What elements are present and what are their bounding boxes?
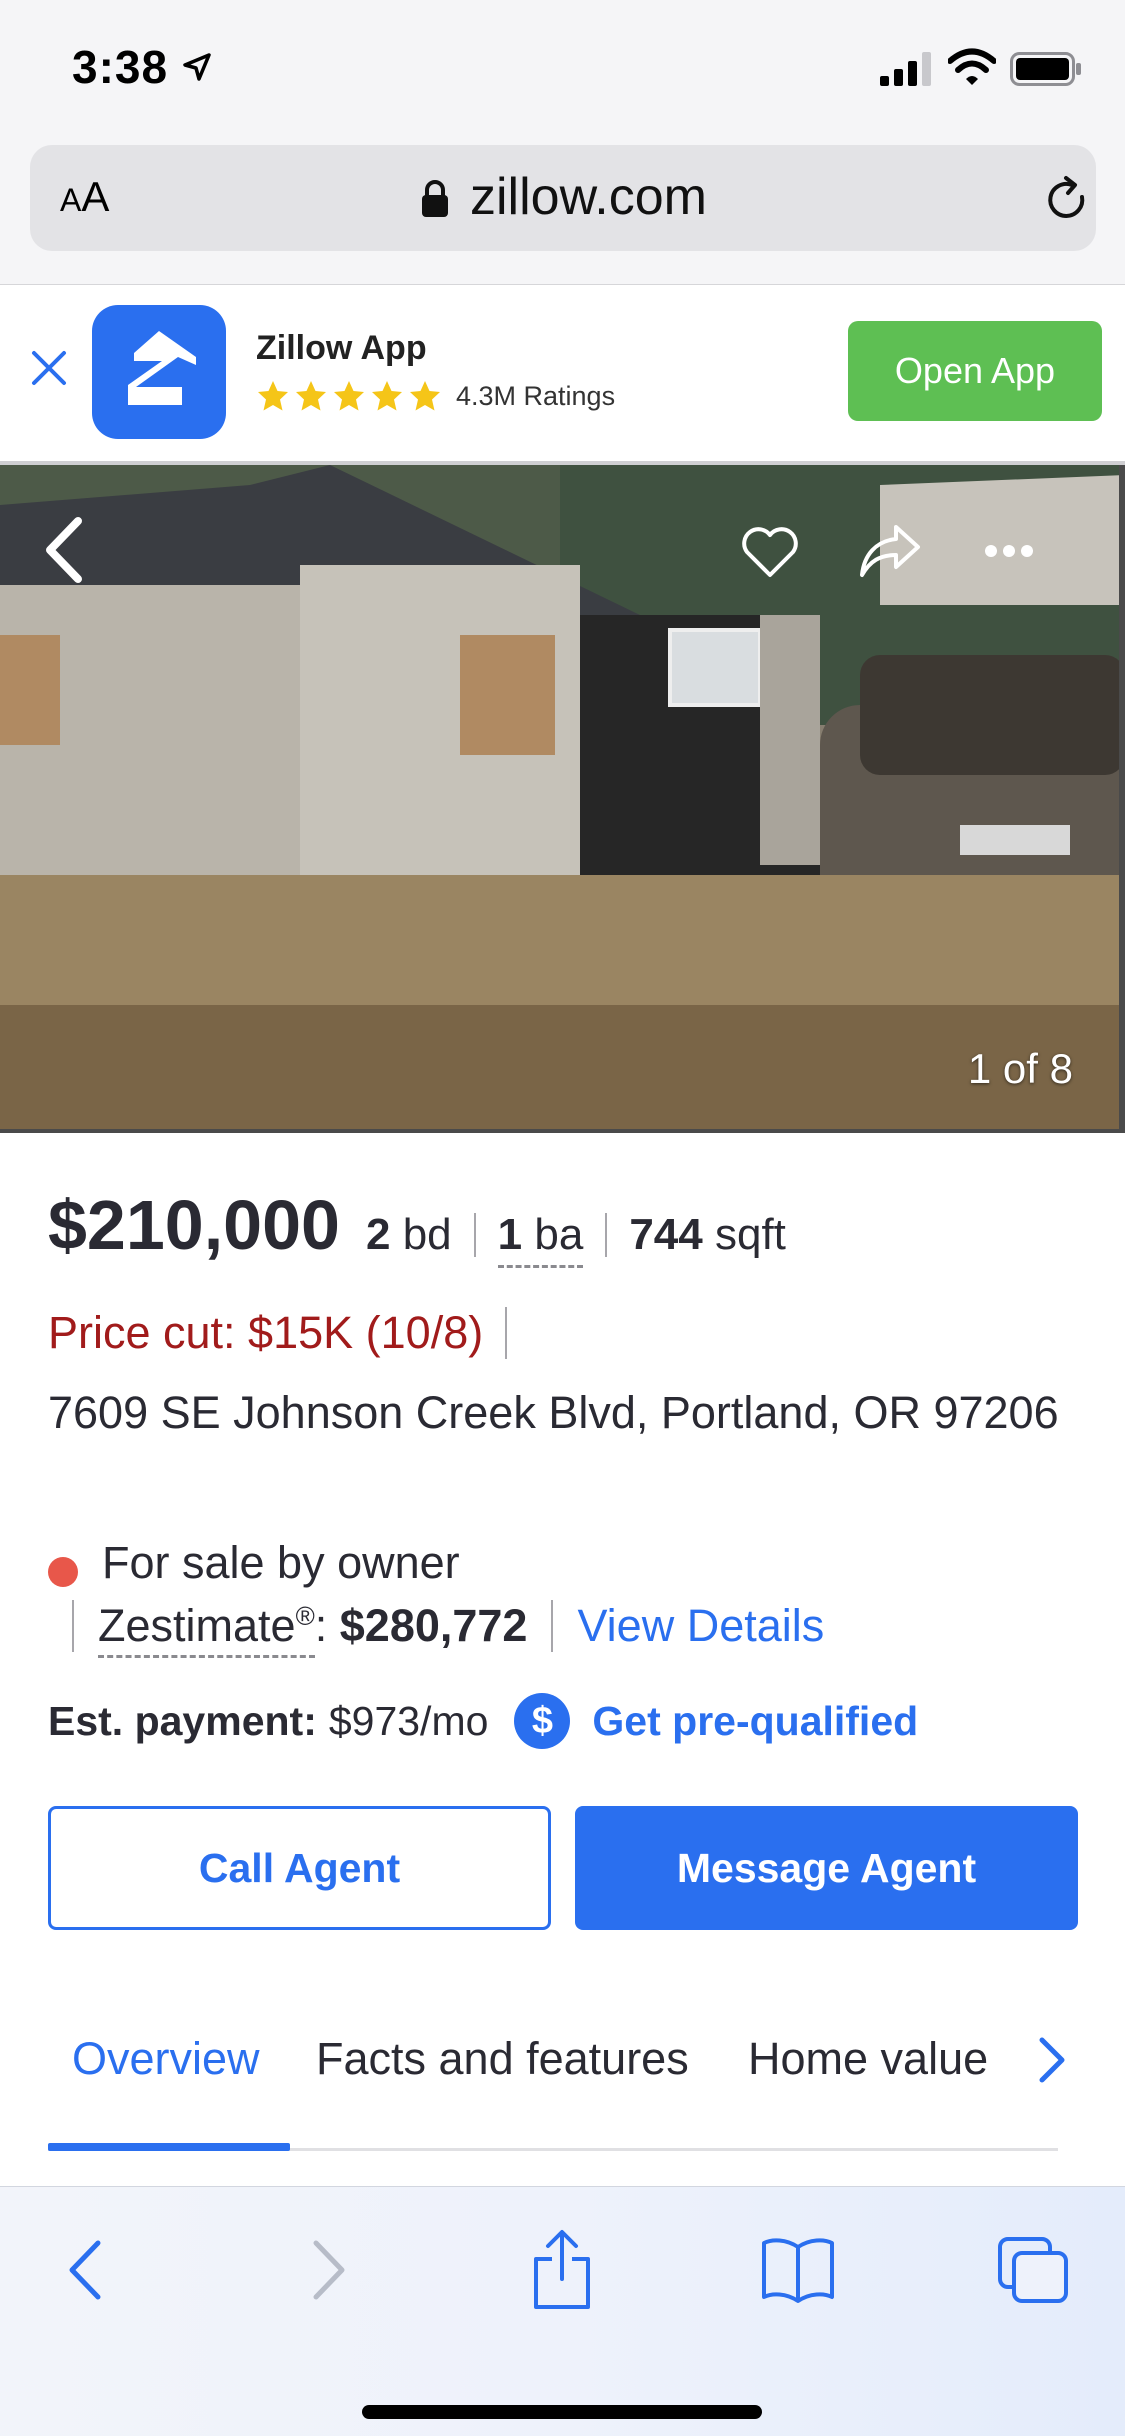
get-prequalified-link[interactable]: Get pre-qualified	[592, 1698, 918, 1745]
zillow-app-icon	[92, 305, 226, 439]
est-payment-value: $973/mo	[328, 1697, 489, 1744]
close-icon[interactable]	[28, 347, 70, 389]
text-size-button[interactable]: AA	[60, 173, 109, 221]
zillow-logo-icon	[128, 331, 196, 405]
wifi-icon	[948, 48, 996, 85]
house-photo-illustration	[0, 465, 1119, 1129]
app-name: Zillow App	[256, 329, 427, 367]
est-payment-row: Est. payment: $973/mo $ Get pre-qualifie…	[48, 1693, 918, 1749]
battery-icon	[1010, 52, 1081, 86]
baths-fact[interactable]: 1 ba	[473, 1210, 606, 1268]
price-row: $210,000 2 bd 1 ba 744 sqft	[48, 1185, 1088, 1268]
status-time: 3:38	[72, 41, 169, 93]
message-agent-button[interactable]: Message Agent	[575, 1806, 1078, 1930]
smart-app-banner: Zillow App 4.3M Ratings Open App	[0, 285, 1125, 465]
listing-status: For sale by owner	[102, 1537, 460, 1588]
listing-price: $210,000	[48, 1186, 340, 1264]
call-agent-button[interactable]: Call Agent	[48, 1806, 551, 1930]
address-bar[interactable]: AA zillow.com	[30, 145, 1096, 251]
tab-home-value[interactable]: Home value	[748, 2033, 988, 2085]
home-indicator	[362, 2405, 762, 2419]
open-app-button[interactable]: Open App	[848, 321, 1102, 421]
heart-save-icon[interactable]	[740, 525, 800, 579]
back-icon[interactable]	[64, 2235, 108, 2305]
browser-toolbar	[0, 2186, 1125, 2436]
active-tab-indicator	[48, 2143, 290, 2151]
tabs-icon[interactable]	[996, 2235, 1070, 2305]
zestimate-value: $280,772	[340, 1600, 554, 1652]
share-icon[interactable]	[858, 523, 922, 579]
view-details-link[interactable]: View Details	[553, 1600, 824, 1652]
est-payment-label: Est. payment:	[48, 1697, 317, 1744]
back-arrow-icon[interactable]	[40, 515, 90, 585]
ratings-count: 4.3M Ratings	[456, 381, 616, 411]
beds-fact: 2 bd	[365, 1210, 452, 1259]
tab-overview[interactable]: Overview	[72, 2033, 260, 2085]
url-text: zillow.com	[470, 168, 707, 226]
forward-icon[interactable]	[306, 2235, 350, 2305]
zestimate-label[interactable]: Zestimate®:	[72, 1600, 340, 1658]
browser-address-area: AA zillow.com	[0, 135, 1125, 285]
listing-details: $210,000 2 bd 1 ba 744 sqft Price cut: $…	[48, 1185, 1088, 1749]
star-icon	[258, 381, 288, 411]
star-icon	[334, 381, 364, 411]
bookmarks-icon[interactable]	[760, 2235, 836, 2305]
star-rating	[256, 379, 442, 413]
more-options-icon[interactable]	[984, 543, 1034, 559]
share-icon[interactable]	[530, 2227, 594, 2311]
status-dot-icon	[48, 1557, 78, 1587]
reload-icon[interactable]	[1042, 175, 1092, 225]
price-cut-text: Price cut: $15K (10/8)	[48, 1307, 508, 1359]
status-bar: 3:38	[0, 0, 1125, 135]
location-arrow-icon	[183, 53, 211, 81]
zestimate-row: Zestimate®: $280,772 View Details	[72, 1600, 824, 1658]
tab-facts-and-features[interactable]: Facts and features	[316, 2033, 689, 2085]
cellular-signal-icon	[880, 52, 931, 86]
sqft-fact: 744 sqft	[605, 1213, 808, 1257]
photo-counter: 1 of 8	[967, 1045, 1073, 1092]
listing-photo[interactable]: 1 of 8	[0, 465, 1125, 1133]
star-icon	[410, 381, 440, 411]
section-tabs: Overview Facts and features Home value	[48, 2015, 1058, 2151]
chevron-right-icon[interactable]	[1032, 2035, 1072, 2085]
listing-address: 7609 SE Johnson Creek Blvd, Portland, OR…	[48, 1387, 1059, 1438]
lock-icon	[422, 180, 448, 217]
star-icon	[372, 381, 402, 411]
dollar-icon: $	[514, 1693, 571, 1749]
star-icon	[296, 381, 326, 411]
